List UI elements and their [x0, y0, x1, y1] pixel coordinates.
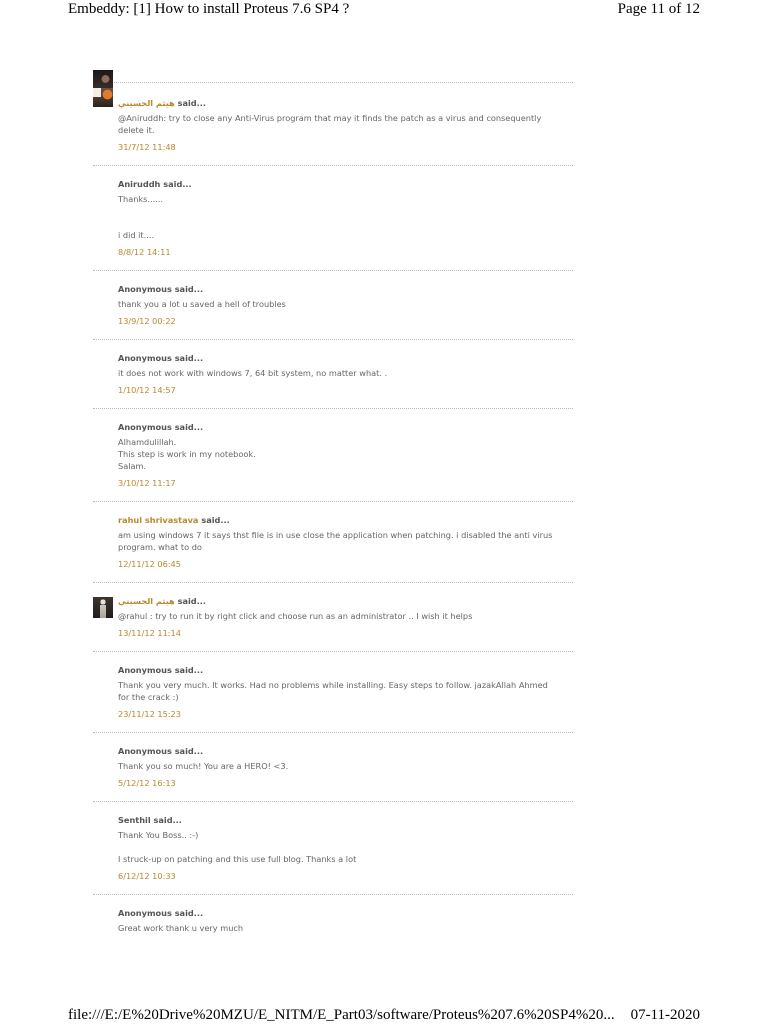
- comment-body: Thank You Boss.. :-) I struck-up on patc…: [118, 830, 357, 864]
- comment: Anonymous said... thank you a lot u save…: [93, 270, 573, 339]
- said-label: said...: [174, 665, 204, 675]
- comment: Anonymous said... it does not work with …: [93, 339, 573, 408]
- comment-author-line: rahul shrivastava said...: [118, 514, 573, 526]
- said-label: said...: [177, 98, 206, 108]
- comment-body: Alhamdulillah. This step is work in my n…: [118, 437, 256, 471]
- comment-body: @rahul : try to run it by right click an…: [118, 611, 473, 621]
- comment-body: it does not work with windows 7, 64 bit …: [118, 368, 388, 378]
- comment: Anonymous said... Alhamdulillah. This st…: [93, 408, 573, 501]
- comment-timestamp[interactable]: 13/11/12 11:14: [118, 627, 573, 639]
- comment-author-link[interactable]: هيثم الحسيني: [118, 98, 175, 108]
- said-label: said...: [174, 353, 204, 363]
- comment-author: Anonymous: [118, 353, 172, 363]
- comment: Anonymous said... Thank you so much! You…: [93, 732, 573, 801]
- comment: Senthil said... Thank You Boss.. :-) I s…: [93, 801, 573, 894]
- comment-author-line: هيثم الحسيني said...: [118, 595, 573, 607]
- comment: Aniruddh said... Thanks...... i did it..…: [93, 165, 573, 270]
- page-header-title: Embeddy: [1] How to install Proteus 7.6 …: [68, 1, 350, 17]
- avatar[interactable]: [93, 70, 113, 107]
- comment-author: Aniruddh: [118, 179, 161, 189]
- comment: هيثم الحسيني said... @Aniruddh: try to c…: [93, 70, 573, 165]
- said-label: said...: [174, 746, 204, 756]
- comment-author-line: Senthil said...: [118, 814, 573, 826]
- said-label: said...: [177, 596, 206, 606]
- comment-body: am using windows 7 it says thst file is …: [118, 530, 553, 552]
- page-footer-url: file:///E:/E%20Drive%20MZU/E_NITM/E_Part…: [68, 1007, 615, 1023]
- comment-body: @Aniruddh: try to close any Anti-Virus p…: [118, 113, 542, 135]
- comment-author-line: هيثم الحسيني said...: [118, 97, 573, 109]
- avatar[interactable]: [93, 597, 113, 618]
- comment-author: Anonymous: [118, 746, 172, 756]
- comment-author: Senthil: [118, 815, 151, 825]
- pdf-page: Embeddy: [1] How to install Proteus 7.6 …: [0, 0, 768, 1024]
- comment: Anonymous said... Thank you very much. I…: [93, 651, 573, 732]
- comment-timestamp[interactable]: 1/10/12 14:57: [118, 384, 573, 396]
- comment-timestamp[interactable]: 6/12/12 10:33: [118, 870, 573, 882]
- comment-body: Thank you very much. It works. Had no pr…: [118, 680, 548, 702]
- comment-author-line: Anonymous said...: [118, 352, 573, 364]
- comment: هيثم الحسيني said... @rahul : try to run…: [93, 582, 573, 651]
- comment-author-link[interactable]: هيثم الحسيني: [118, 596, 175, 606]
- comment: rahul shrivastava said... am using windo…: [93, 501, 573, 582]
- comment-author-line: Anonymous said...: [118, 421, 573, 433]
- comment-body: Thank you so much! You are a HERO! <3.: [118, 761, 289, 771]
- comment-timestamp[interactable]: 5/12/12 16:13: [118, 777, 573, 789]
- said-label: said...: [201, 515, 230, 525]
- said-label: said...: [174, 422, 204, 432]
- comment-author-link[interactable]: rahul shrivastava: [118, 515, 198, 525]
- comments-list: هيثم الحسيني said... @Aniruddh: try to c…: [93, 70, 573, 947]
- comment-timestamp[interactable]: 8/8/12 14:11: [118, 246, 573, 258]
- page-footer-date: 07-11-2020: [630, 1007, 700, 1023]
- comment-author-line: Anonymous said...: [118, 664, 573, 676]
- comment-timestamp[interactable]: 23/11/12 15:23: [118, 708, 573, 720]
- comment-body: Great work thank u very much: [118, 923, 244, 933]
- comment-timestamp[interactable]: 31/7/12 11:48: [118, 141, 573, 153]
- comment-body: thank you a lot u saved a hell of troubl…: [118, 299, 286, 309]
- said-label: said...: [174, 284, 204, 294]
- comment-author-line: Anonymous said...: [118, 745, 573, 757]
- said-label: said...: [174, 908, 204, 918]
- page-number: Page 11 of 12: [617, 1, 700, 17]
- said-label: said...: [163, 179, 192, 189]
- comment-body: Thanks...... i did it....: [118, 194, 164, 240]
- comment-timestamp[interactable]: 3/10/12 11:17: [118, 477, 573, 489]
- avatar-image-top: [93, 70, 113, 88]
- avatar-image-bottom: [93, 88, 113, 107]
- comment-author: Anonymous: [118, 422, 172, 432]
- comment-author: Anonymous: [118, 908, 172, 918]
- comment-author-line: Aniruddh said...: [118, 178, 573, 190]
- comment-author-line: Anonymous said...: [118, 907, 573, 919]
- comment-timestamp[interactable]: 12/11/12 06:45: [118, 558, 573, 570]
- comment: Anonymous said... Great work thank u ver…: [93, 894, 573, 947]
- comment-author: Anonymous: [118, 665, 172, 675]
- comment-author-line: Anonymous said...: [118, 283, 573, 295]
- said-label: said...: [153, 815, 182, 825]
- comment-timestamp[interactable]: 13/9/12 00:22: [118, 315, 573, 327]
- comment-author: Anonymous: [118, 284, 172, 294]
